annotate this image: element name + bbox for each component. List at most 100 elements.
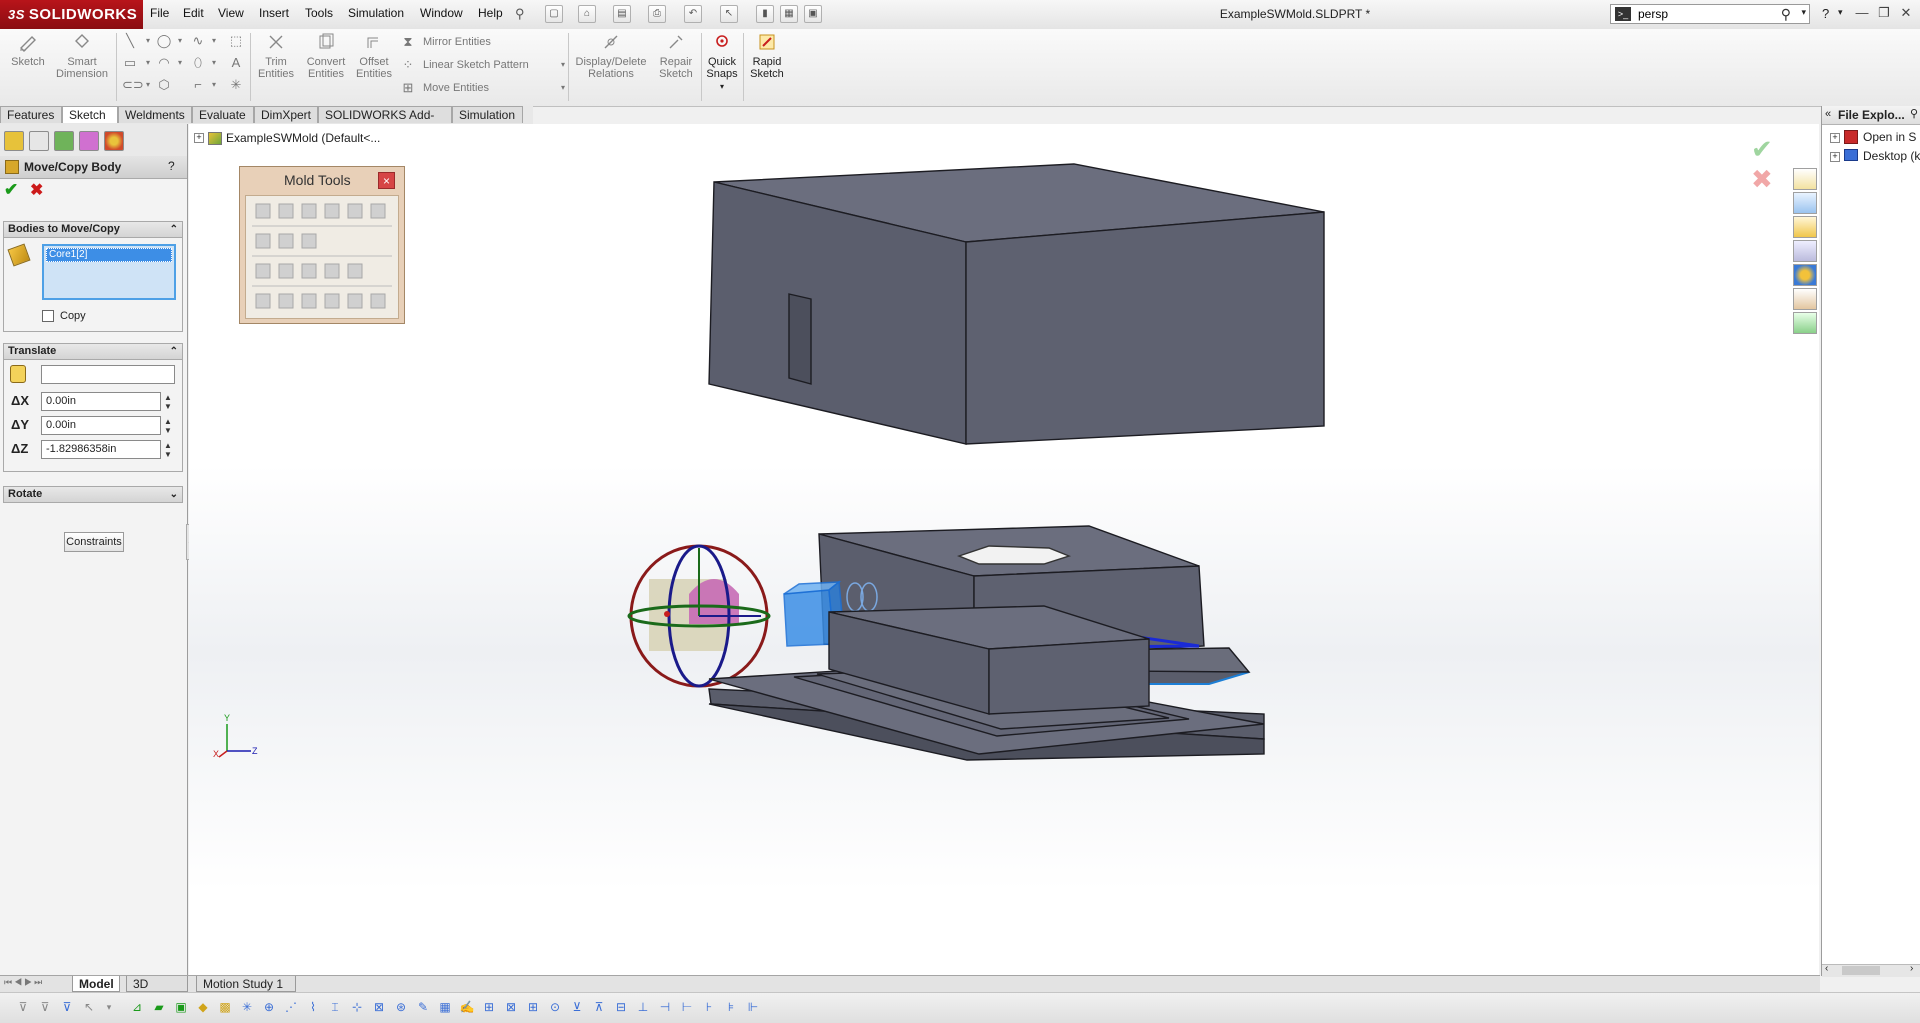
menu-view[interactable]: View (218, 6, 244, 20)
graphics-area[interactable]: + ExampleSWMold (Default<... ⊕ ⊕ ↺ ▣ ❖ ❐… (189, 124, 1819, 976)
undo-icon[interactable]: ↶ (684, 5, 702, 23)
view-palette-icon[interactable] (1793, 240, 1817, 262)
list-item[interactable]: Core1[2] (46, 248, 172, 262)
repair-sketch-button[interactable]: Repair Sketch (654, 32, 698, 80)
filter-datum-icon[interactable]: ⊞ (480, 998, 498, 1016)
dz-input[interactable]: -1.82986358in (41, 440, 161, 459)
pin-pane-icon[interactable]: ⚲ (1910, 107, 1918, 120)
quick-snaps-button[interactable]: Quick Snaps ▾ (703, 32, 741, 93)
filter-spline-icon[interactable]: ⊻ (568, 998, 586, 1016)
expand-tree-icon[interactable]: + (1830, 152, 1840, 162)
text-icon[interactable]: A (228, 55, 244, 71)
dx-input[interactable]: 0.00in (41, 392, 161, 411)
menu-window[interactable]: Window (420, 6, 463, 20)
dy-input[interactable]: 0.00in (41, 416, 161, 435)
filter-weld-icon[interactable]: ⊠ (502, 998, 520, 1016)
filter-vertices-icon[interactable]: ▣ (172, 998, 190, 1016)
filter-sketch-segments-icon[interactable]: ⌇ (304, 998, 322, 1016)
collapse-icon[interactable]: ⌃ (170, 222, 178, 237)
bodies-list[interactable]: Core1[2] (42, 244, 176, 300)
arc-dropdown-icon[interactable]: ▾ (172, 55, 188, 71)
filter-balloons-icon[interactable]: ⊣ (656, 998, 674, 1016)
dy-spinner[interactable]: ▲ ▼ (163, 417, 173, 435)
help-dropdown-icon[interactable]: ▾ (1838, 7, 1843, 18)
filter-last-icon[interactable]: ⊩ (744, 998, 762, 1016)
sketch-button[interactable]: Sketch (8, 32, 48, 68)
ellipse-dropdown-icon[interactable]: ▾ (206, 55, 222, 71)
scrollbar-thumb[interactable] (1842, 966, 1880, 975)
rebuild-icon[interactable]: ▮ (756, 5, 774, 23)
feature-manager-icon[interactable] (4, 131, 24, 151)
filter-routing-points-icon[interactable]: ⊟ (612, 998, 630, 1016)
filter-edges-icon[interactable]: ⊿ (128, 998, 146, 1016)
linear-pattern-icon[interactable]: ⁘ (400, 57, 416, 73)
print-icon[interactable]: ⎙ (648, 5, 666, 23)
translate-section-header[interactable]: Translate ⌃ (3, 343, 183, 360)
select-all-filters-icon[interactable]: ⊽ (58, 998, 76, 1016)
ellipse-icon[interactable]: ⬯ (190, 55, 206, 71)
minimize-icon[interactable]: — (1852, 5, 1872, 23)
mirror-entities-icon[interactable]: ⧗ (400, 34, 416, 50)
trim-entities-button[interactable]: Trim Entities (254, 32, 298, 80)
design-library-icon[interactable] (1793, 192, 1817, 214)
tab-scroll-icons[interactable]: ⏮◀▶⏭ (4, 977, 44, 988)
custom-properties-icon[interactable] (1793, 288, 1817, 310)
filter-dowel-pins-icon[interactable]: ⊥ (634, 998, 652, 1016)
select-icon[interactable]: ↖ (720, 5, 738, 23)
select-arrow-icon[interactable]: ↖ (80, 998, 98, 1016)
fillet-icon[interactable]: ⌐ (190, 77, 206, 93)
rotate-section-header[interactable]: Rotate ⌄ (3, 486, 183, 503)
menu-help[interactable]: Help (478, 6, 503, 20)
open-icon[interactable]: ⌂ (578, 5, 596, 23)
solidworks-resources-icon[interactable] (1793, 168, 1817, 190)
filter-center-marks-icon[interactable]: ⊹ (348, 998, 366, 1016)
polygon-icon[interactable]: ⬡ (156, 77, 172, 93)
slot-icon[interactable]: ⊂⊃ (122, 77, 144, 93)
cancel-x-icon[interactable]: ✖ (30, 180, 43, 200)
circle-icon[interactable]: ◯ (156, 33, 172, 49)
menu-simulation[interactable]: Simulation (348, 6, 404, 20)
filter-solid-bodies-icon[interactable]: ▩ (216, 998, 234, 1016)
quick-snaps-dropdown-icon[interactable]: ▾ (720, 82, 724, 91)
move-entities-button[interactable]: Move Entities (423, 82, 489, 94)
expand-tree-icon[interactable]: + (1830, 133, 1840, 143)
expand-icon[interactable]: ⌄ (170, 487, 178, 502)
restore-icon[interactable]: ❐ (1874, 5, 1894, 23)
model-view[interactable]: Y Z X (189, 124, 1819, 976)
tab-solidworks-add-ins[interactable]: SOLIDWORKS Add-Ins (318, 106, 452, 139)
filter-midpoints-icon[interactable]: ⌶ (326, 998, 344, 1016)
tree-item-open-in[interactable]: Open in S (1863, 130, 1916, 144)
fillet-dropdown-icon[interactable]: ▾ (206, 77, 222, 93)
tab-sketch[interactable]: Sketch (62, 106, 118, 123)
tab-dimxpert[interactable]: DimXpert (254, 106, 318, 123)
collapse-pane-icon[interactable]: « (1825, 108, 1831, 120)
dz-spinner[interactable]: ▲ ▼ (163, 441, 173, 459)
menu-tools[interactable]: Tools (305, 6, 333, 20)
arc-icon[interactable]: ◠ (156, 55, 172, 71)
constraints-button[interactable]: Constraints (64, 532, 124, 552)
filter-notes-icon[interactable]: ✍ (458, 998, 476, 1016)
filter-surface-bodies-icon[interactable]: ◆ (194, 998, 212, 1016)
rectangle-icon[interactable]: ▭ (122, 55, 138, 71)
tab-features[interactable]: Features (0, 106, 62, 123)
tab-model[interactable]: Model (72, 976, 120, 992)
rectangle-dropdown-icon[interactable]: ▾ (140, 55, 156, 71)
property-manager-icon[interactable] (29, 131, 49, 151)
line-dropdown-icon[interactable]: ▾ (140, 33, 156, 49)
filter-sketch-points-icon[interactable]: ⋰ (282, 998, 300, 1016)
filter-dimensions-icon[interactable]: ⊛ (392, 998, 410, 1016)
search-input[interactable] (1638, 6, 1778, 22)
tab-3d-views[interactable]: 3D Views (126, 976, 188, 1007)
display-manager-icon[interactable] (104, 131, 124, 151)
ok-check-icon[interactable]: ✔ (4, 180, 18, 200)
search-dropdown-icon[interactable]: ▾ (1801, 7, 1806, 18)
search-icon[interactable]: ⚲ (1781, 6, 1791, 23)
tab-evaluate[interactable]: Evaluate (192, 106, 254, 123)
display-delete-relations-button[interactable]: Display/Delete Relations (572, 32, 650, 80)
filter-toggle-icon[interactable]: ⊽ (14, 998, 32, 1016)
filter-planes-icon[interactable]: ⊕ (260, 998, 278, 1016)
copy-checkbox[interactable] (42, 310, 54, 322)
help-icon[interactable]: ? (1822, 6, 1829, 21)
filter-axes-icon[interactable]: ✳ (238, 998, 256, 1016)
convert-entities-button[interactable]: Convert Entities (302, 32, 350, 80)
